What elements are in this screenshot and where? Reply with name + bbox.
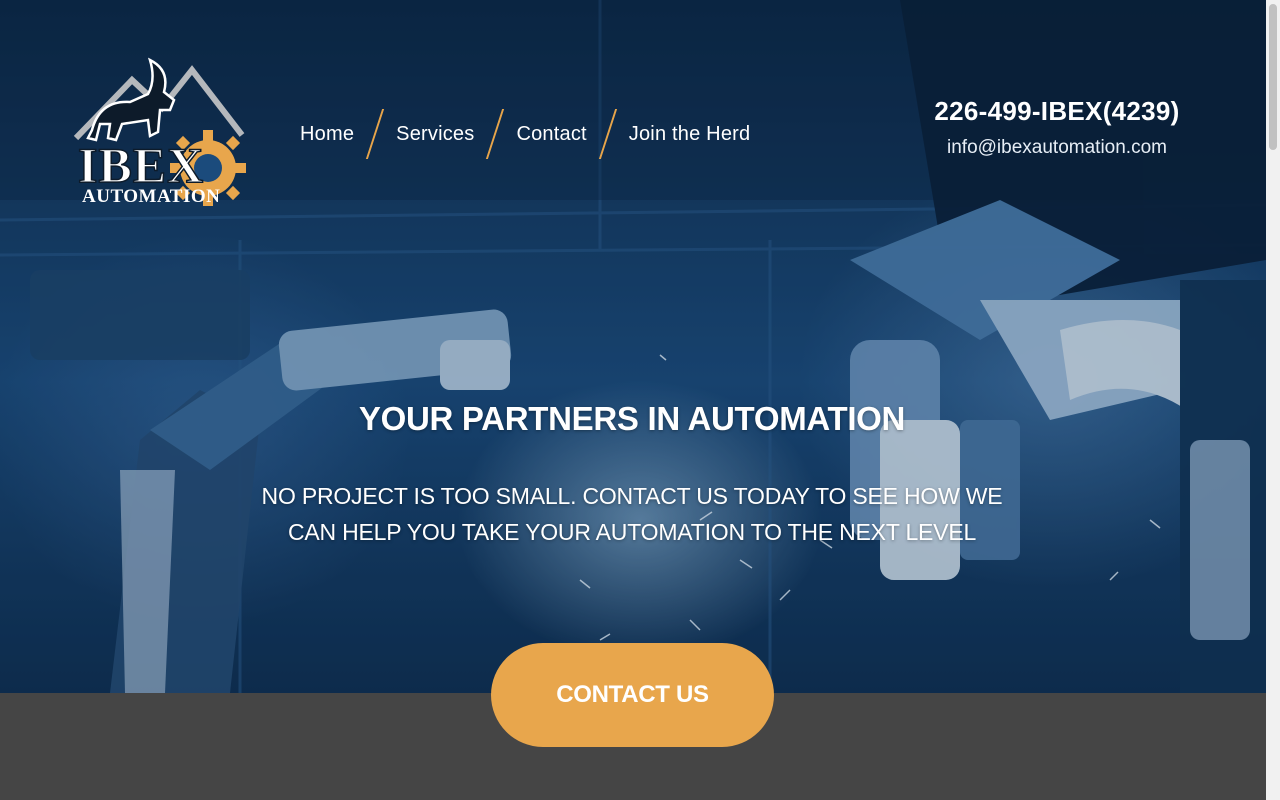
nav-item-join-the-herd[interactable]: Join the Herd (629, 123, 751, 146)
nav-separator (486, 109, 505, 159)
main-nav: Home Services Contact Join the Herd (300, 108, 750, 160)
email-link[interactable]: info@ibexautomation.com (912, 137, 1202, 159)
hero-subheadline-line-2: CAN HELP YOU TAKE YOUR AUTOMATION TO THE… (287, 519, 977, 545)
hero-subheadline-line-1: NO PROJECT IS TOO SMALL. CONTACT US TODA… (261, 483, 1003, 509)
nav-item-home[interactable]: Home (300, 123, 354, 146)
nav-separator (598, 109, 617, 159)
hero-subheadline: NO PROJECT IS TOO SMALL. CONTACT US TODA… (232, 478, 1032, 550)
nav-item-services[interactable]: Services (396, 123, 474, 146)
logo-text-top: IBEX (78, 137, 204, 193)
ibex-goat-gear-logo-icon: IBEX AUTOMATION (73, 57, 246, 207)
page: IBEX AUTOMATION Home Services Contact Jo… (0, 0, 1280, 800)
scrollbar-thumb[interactable] (1269, 4, 1277, 150)
nav-separator (366, 109, 385, 159)
header-contact-info: 226-499-IBEX(4239) info@ibexautomation.c… (912, 96, 1202, 159)
nav-item-contact[interactable]: Contact (516, 123, 586, 146)
hero-headline: YOUR PARTNERS IN AUTOMATION (358, 400, 906, 437)
contact-us-button[interactable]: CONTACT US (491, 643, 774, 747)
phone-number-link[interactable]: 226-499-IBEX(4239) (912, 96, 1202, 127)
logo-text-bottom: AUTOMATION (82, 186, 220, 207)
site-logo[interactable]: IBEX AUTOMATION (70, 40, 250, 210)
page-scrollbar[interactable] (1266, 0, 1280, 800)
